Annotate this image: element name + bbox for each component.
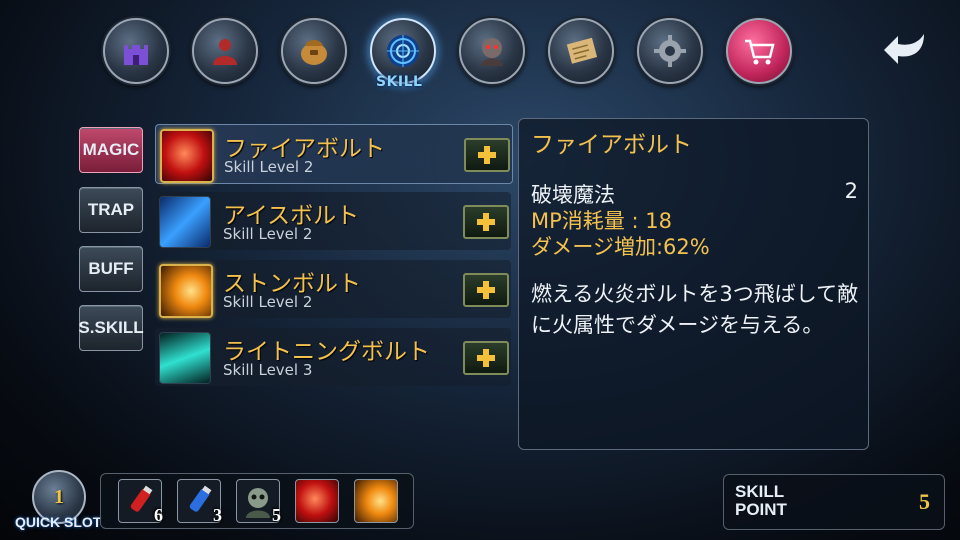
skill-row-ice-bolt[interactable]: アイスボルト Skill Level 2	[155, 192, 511, 250]
skill-level: Skill Level 2	[224, 158, 314, 176]
top-menu-bar: SKILL	[0, 0, 960, 100]
castle-menu-button[interactable]	[103, 18, 169, 84]
detail-description: 燃える火炎ボルトを3つ飛ばして敵に火属性でダメージを与える。	[531, 282, 859, 337]
category-tab-magic[interactable]: MAGIC	[79, 127, 143, 173]
quickslot-slot-4[interactable]	[295, 479, 339, 523]
detail-title: ファイアボルト	[531, 132, 692, 158]
skill-detail-panel: ファイアボルト 破壊魔法 2 MP消耗量 : 18 ダメージ増加:62% 燃える…	[518, 118, 869, 450]
ice-bolt-icon	[159, 196, 211, 248]
skill-row-fire-bolt[interactable]: ファイアボルト Skill Level 2	[155, 124, 513, 184]
plus-icon	[477, 213, 495, 231]
quest-scroll-icon	[566, 37, 598, 64]
skill-row-stone-bolt[interactable]: ストンボルト Skill Level 2	[155, 260, 511, 318]
quickslot-slot-2[interactable]: 3	[177, 479, 222, 525]
quickslot-label: QUICK SLOT	[15, 514, 102, 530]
quickslot-slot-1[interactable]: 6	[118, 479, 163, 525]
skill-upgrade-button[interactable]	[464, 138, 510, 172]
skill-point-box: SKILL POINT 5	[723, 474, 945, 530]
skill-point-label-text: SKILL POINT	[735, 482, 787, 519]
bag-icon	[301, 40, 327, 65]
back-button[interactable]	[880, 24, 932, 68]
bag-menu-button[interactable]	[281, 18, 347, 84]
skill-point-value: 5	[919, 489, 930, 514]
pet-menu-button[interactable]	[459, 18, 525, 84]
slot-count: 6	[154, 505, 163, 525]
skill-upgrade-button[interactable]	[463, 341, 509, 375]
category-tab-trap[interactable]: TRAP	[79, 187, 143, 233]
quickslot-slot-5[interactable]	[354, 479, 398, 523]
shop-menu-button[interactable]	[726, 18, 792, 84]
character-icon	[213, 39, 237, 65]
skill-upgrade-button[interactable]	[463, 205, 509, 239]
castle-icon	[124, 45, 148, 65]
plus-icon	[477, 349, 495, 367]
category-tab-s-skill[interactable]: S.SKILL	[78, 305, 144, 351]
skill-level: Skill Level 3	[223, 361, 313, 379]
quest-menu-button[interactable]	[548, 18, 614, 84]
skill-icon	[387, 35, 419, 67]
skill-upgrade-button[interactable]	[463, 273, 509, 307]
pet-icon	[481, 38, 503, 66]
stone-bolt-icon	[159, 264, 213, 318]
skill-tab-label: SKILL	[376, 74, 423, 90]
lightning-bolt-icon	[159, 332, 211, 384]
slot-count: 5	[272, 505, 281, 525]
back-arrow-icon	[884, 34, 924, 64]
fire-bolt-icon	[160, 129, 214, 183]
gear-icon	[654, 35, 686, 67]
quickslot-slot-3[interactable]: 5	[236, 479, 281, 525]
shop-cart-icon	[745, 39, 775, 65]
plus-icon	[478, 146, 496, 164]
slot-count: 3	[213, 505, 222, 525]
skill-level: Skill Level 2	[223, 225, 313, 243]
detail-skill-level: 2	[844, 179, 858, 203]
skill-row-lightning-bolt[interactable]: ライトニングボルト Skill Level 3	[155, 328, 511, 386]
category-tab-buff[interactable]: BUFF	[79, 246, 143, 292]
skill-point-label: SKILL POINT	[735, 483, 805, 519]
detail-damage-bonus: ダメージ増加:62%	[531, 235, 710, 259]
plus-icon	[477, 281, 495, 299]
skill-level: Skill Level 2	[223, 293, 313, 311]
quickslot-page-number: 1	[54, 485, 64, 508]
character-menu-button[interactable]	[192, 18, 258, 84]
settings-menu-button[interactable]	[637, 18, 703, 84]
